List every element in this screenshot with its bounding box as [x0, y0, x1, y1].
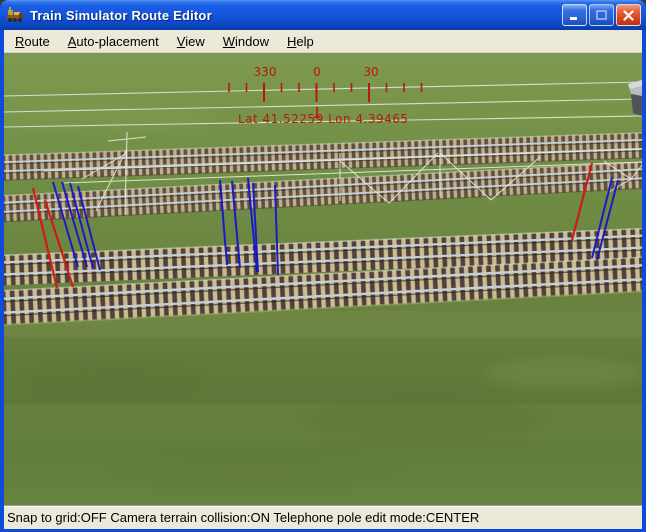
compass-label: 330 — [254, 65, 277, 79]
compass-label: 30 — [363, 65, 378, 79]
menu-auto-placement[interactable]: Auto-placement — [59, 32, 168, 51]
status-text: Snap to grid:OFF Camera terrain collisio… — [7, 510, 479, 525]
compass-label: 0 — [313, 65, 321, 79]
train-icon — [5, 5, 25, 25]
menu-bar: Route Auto-placement View Window Help — [4, 30, 642, 53]
maximize-button[interactable] — [589, 4, 614, 26]
viewport-3d-scene[interactable]: 330 0 30 Lat 41.52259 Lon 4.39465 — [4, 53, 642, 505]
position-readout: Lat 41.52259 Lon 4.39465 — [238, 112, 409, 126]
menu-help[interactable]: Help — [278, 32, 323, 51]
menu-route[interactable]: Route — [6, 32, 59, 51]
minimize-icon — [569, 11, 580, 20]
menu-window[interactable]: Window — [214, 32, 278, 51]
close-icon — [623, 10, 634, 21]
app-window: Train Simulator Route Editor Route — [0, 0, 646, 532]
close-button[interactable] — [616, 4, 641, 26]
status-bar: Snap to grid:OFF Camera terrain collisio… — [4, 505, 642, 529]
menu-view[interactable]: View — [168, 32, 214, 51]
minimize-button[interactable] — [562, 4, 587, 26]
maximize-icon — [596, 10, 607, 20]
title-bar: Train Simulator Route Editor — [0, 0, 646, 30]
window-title: Train Simulator Route Editor — [30, 8, 562, 23]
